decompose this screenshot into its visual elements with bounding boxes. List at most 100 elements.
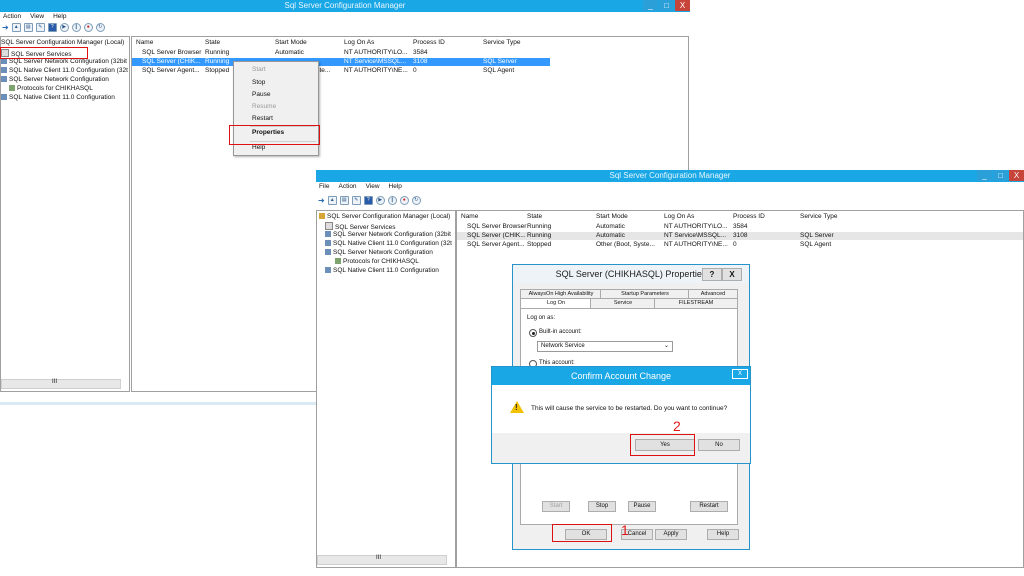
confirm-close-button[interactable]: X xyxy=(732,369,748,379)
back-tree-pane: SQL Server Configuration Manager (Local)… xyxy=(0,36,130,392)
context-start[interactable]: Start xyxy=(252,66,266,74)
table-row[interactable]: SQL Server (CHIK... Running NT Service\MSS… xyxy=(132,58,550,66)
properties-help-button[interactable]: Help xyxy=(707,529,739,540)
context-restart[interactable]: Restart xyxy=(252,115,273,123)
tree-protocols[interactable]: Protocols for CHIKHASQL xyxy=(9,85,93,93)
tab-log-on[interactable]: Log On xyxy=(520,298,592,308)
builtin-account-select[interactable]: Network Service ⌄ xyxy=(537,341,673,352)
context-stop[interactable]: Stop xyxy=(252,79,265,87)
menu-action[interactable]: Action xyxy=(3,12,21,22)
restart-service-icon[interactable]: ↻ xyxy=(411,195,421,205)
col-process-id[interactable]: Process ID xyxy=(413,39,445,47)
builtin-radio[interactable] xyxy=(529,329,537,337)
apply-button[interactable]: Apply xyxy=(655,529,687,540)
client-icon xyxy=(325,267,331,273)
no-button[interactable]: No xyxy=(698,439,740,451)
menu-file[interactable]: File xyxy=(319,182,329,192)
close-button[interactable]: X xyxy=(1009,170,1024,181)
show-hide-tree-icon[interactable]: ▤ xyxy=(23,22,33,32)
menu-view[interactable]: View xyxy=(30,12,44,22)
start-service-icon[interactable]: ▶ xyxy=(59,22,69,32)
restart-button[interactable]: Restart xyxy=(690,501,728,512)
table-row[interactable]: SQL Server (CHIK... Running Automatic NT Se… xyxy=(457,232,1023,240)
up-folder-icon[interactable]: ▲ xyxy=(327,195,337,205)
col-process-id[interactable]: Process ID xyxy=(733,213,765,221)
tree-root[interactable]: SQL Server Configuration Manager (Local) xyxy=(1,39,124,47)
col-state[interactable]: State xyxy=(527,213,542,221)
tab-service[interactable]: Service xyxy=(590,298,656,308)
tree-native-client[interactable]: SQL Native Client 11.0 Configuration xyxy=(1,94,115,102)
tree-native-client[interactable]: SQL Native Client 11.0 Configuration xyxy=(325,267,439,275)
table-row[interactable]: SQL Server Browser Running Automatic NT AUT… xyxy=(132,49,688,57)
builtin-account-value: Network Service xyxy=(541,343,585,349)
export-icon[interactable]: ✎ xyxy=(351,195,361,205)
menu-help[interactable]: Help xyxy=(53,12,66,22)
tree-network-config[interactable]: SQL Server Network Configuration xyxy=(1,76,109,84)
tree-native-client-32[interactable]: SQL Native Client 11.0 Configuration (32… xyxy=(1,67,128,75)
minimize-button[interactable]: _ xyxy=(977,170,992,181)
col-name[interactable]: Name xyxy=(136,39,153,47)
col-state[interactable]: State xyxy=(205,39,220,47)
close-button[interactable]: X xyxy=(722,268,742,281)
tree-horizontal-scrollbar[interactable]: III xyxy=(1,379,121,389)
back-arrow-icon[interactable]: ➜ xyxy=(318,196,325,205)
context-pause[interactable]: Pause xyxy=(252,91,270,99)
back-menu-bar: Action View Help xyxy=(0,12,690,22)
stop-service-icon[interactable]: ● xyxy=(399,195,409,205)
col-start-mode[interactable]: Start Mode xyxy=(596,213,628,221)
tree-network-config[interactable]: SQL Server Network Configuration xyxy=(325,249,433,257)
col-name[interactable]: Name xyxy=(461,213,478,221)
builtin-label: Built-in account: xyxy=(539,329,582,335)
front-title-bar: Sql Server Configuration Manager _ □ X xyxy=(316,170,1024,182)
help-icon[interactable]: ? xyxy=(363,195,373,205)
tree-network-config-32[interactable]: SQL Server Network Configuration (32bit xyxy=(1,58,127,66)
tree-native-client-32[interactable]: SQL Native Client 11.0 Configuration (32… xyxy=(325,240,452,248)
pause-service-icon[interactable]: ❙ xyxy=(71,22,81,32)
start-service-icon[interactable]: ▶ xyxy=(375,195,385,205)
col-service-type[interactable]: Service Type xyxy=(800,213,837,221)
list-header: Name State Start Mode Log On As Process … xyxy=(132,39,688,47)
col-start-mode[interactable]: Start Mode xyxy=(275,39,307,47)
table-row[interactable]: SQL Server Agent... Stopped Other (Boot, S… xyxy=(457,241,1023,249)
taskbar-strip xyxy=(0,402,318,405)
tab-startup-parameters[interactable]: Startup Parameters xyxy=(600,289,690,298)
pause-service-icon[interactable]: ❙ xyxy=(387,195,397,205)
maximize-button[interactable]: □ xyxy=(659,0,674,11)
highlight-properties xyxy=(229,125,320,145)
step-2-label: 2 xyxy=(673,418,681,434)
start-button[interactable]: Start xyxy=(542,501,570,512)
menu-action[interactable]: Action xyxy=(338,182,356,192)
tab-alwayson[interactable]: AlwaysOn High Availability xyxy=(520,289,602,298)
minimize-button[interactable]: _ xyxy=(643,0,658,11)
col-service-type[interactable]: Service Type xyxy=(483,39,520,47)
tree-root[interactable]: SQL Server Configuration Manager (Local) xyxy=(319,213,450,221)
col-log-on-as[interactable]: Log On As xyxy=(344,39,374,47)
maximize-button[interactable]: □ xyxy=(993,170,1008,181)
close-button[interactable]: X xyxy=(675,0,690,11)
export-icon[interactable]: ✎ xyxy=(35,22,45,32)
show-hide-tree-icon[interactable]: ▤ xyxy=(339,195,349,205)
tree-horizontal-scrollbar[interactable]: III xyxy=(317,555,447,565)
pause-button[interactable]: Pause xyxy=(628,501,656,512)
table-row[interactable]: SQL Server Agent... Stopped yste... NT AUTH… xyxy=(132,67,688,75)
restart-service-icon[interactable]: ↻ xyxy=(95,22,105,32)
up-folder-icon[interactable]: ▲ xyxy=(11,22,21,32)
highlight-sql-server-services xyxy=(0,47,88,59)
tree-protocols[interactable]: Protocols for CHIKHASQL xyxy=(335,258,419,266)
confirm-title: Confirm Account Change xyxy=(570,371,672,381)
table-row[interactable]: SQL Server Browser Running Automatic NT AUT… xyxy=(457,223,1023,231)
tree-network-config-32[interactable]: SQL Server Network Configuration (32bit xyxy=(325,231,451,239)
context-resume[interactable]: Resume xyxy=(252,103,276,111)
menu-view[interactable]: View xyxy=(366,182,380,192)
forward-icon[interactable]: ➜ xyxy=(2,23,9,32)
back-window-title: Sql Server Configuration Manager xyxy=(284,1,406,10)
tab-filestream[interactable]: FILESTREAM xyxy=(654,298,738,308)
help-icon[interactable]: ? xyxy=(47,22,57,32)
stop-service-icon[interactable]: ● xyxy=(83,22,93,32)
tab-advanced[interactable]: Advanced xyxy=(688,289,738,298)
col-log-on-as[interactable]: Log On As xyxy=(664,213,694,221)
stop-button[interactable]: Stop xyxy=(588,501,616,512)
help-button[interactable]: ? xyxy=(702,268,722,281)
menu-help[interactable]: Help xyxy=(389,182,402,192)
context-help[interactable]: Help xyxy=(252,144,265,152)
